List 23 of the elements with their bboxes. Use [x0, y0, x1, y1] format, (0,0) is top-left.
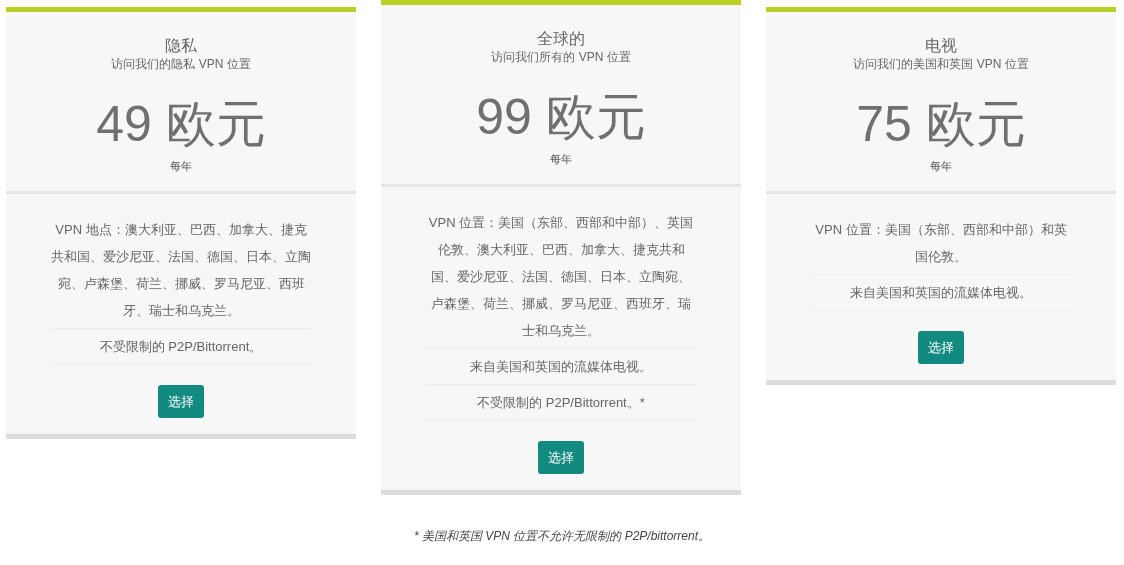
billing-period: 每年	[549, 152, 573, 167]
plan-title: 全球的	[536, 29, 586, 49]
plan-subtitle: 访问我们的美国和英国 VPN 位置	[852, 56, 1030, 72]
plan-subtitle: 访问我们所有的 VPN 位置	[490, 49, 632, 65]
feature-text: 来自美国和英国的流媒体电视。	[426, 348, 696, 385]
plan-title: 隐私	[164, 36, 198, 56]
price: 99 欧元	[475, 89, 647, 145]
feature-text: VPN 位置：美国（东部、西部和中部）和英国伦敦。	[811, 215, 1071, 275]
feature-text: 不受限制的 P2P/Bittorrent。*	[426, 384, 696, 421]
select-button[interactable]: 选择	[158, 384, 204, 418]
plan-subtitle: 访问我们的隐私 VPN 位置	[110, 56, 252, 72]
feature-text: 来自美国和英国的流媒体电视。	[811, 274, 1071, 311]
footnote: * 美国和英国 VPN 位置不允许无限制的 P2P/bittorrent。	[412, 528, 712, 545]
plan-title: 电视	[924, 36, 958, 56]
billing-period: 每年	[929, 159, 953, 174]
billing-period: 每年	[169, 159, 193, 174]
price: 49 欧元	[95, 96, 267, 152]
price: 75 欧元	[855, 96, 1027, 152]
feature-text: VPN 位置：美国（东部、西部和中部）、英国伦敦、澳大利亚、巴西、加拿大、捷克共和国、爱沙尼亚、法国、德国、日本、立陶宛、卢森堡、荷兰、挪威、罗马尼亚、西班牙、瑞士和乌克兰。	[426, 208, 696, 349]
select-button[interactable]: 选择	[538, 440, 584, 474]
feature-text: 不受限制的 P2P/Bittorrent。	[51, 328, 311, 365]
feature-text: VPN 地点：澳大利亚、巴西、加拿大、捷克共和国、爱沙尼亚、法国、德国、日本、立陶宛、卢森堡、荷兰、挪威、罗马尼亚、西班牙、瑞士和乌克兰。	[51, 215, 311, 329]
select-button[interactable]: 选择	[918, 330, 964, 364]
